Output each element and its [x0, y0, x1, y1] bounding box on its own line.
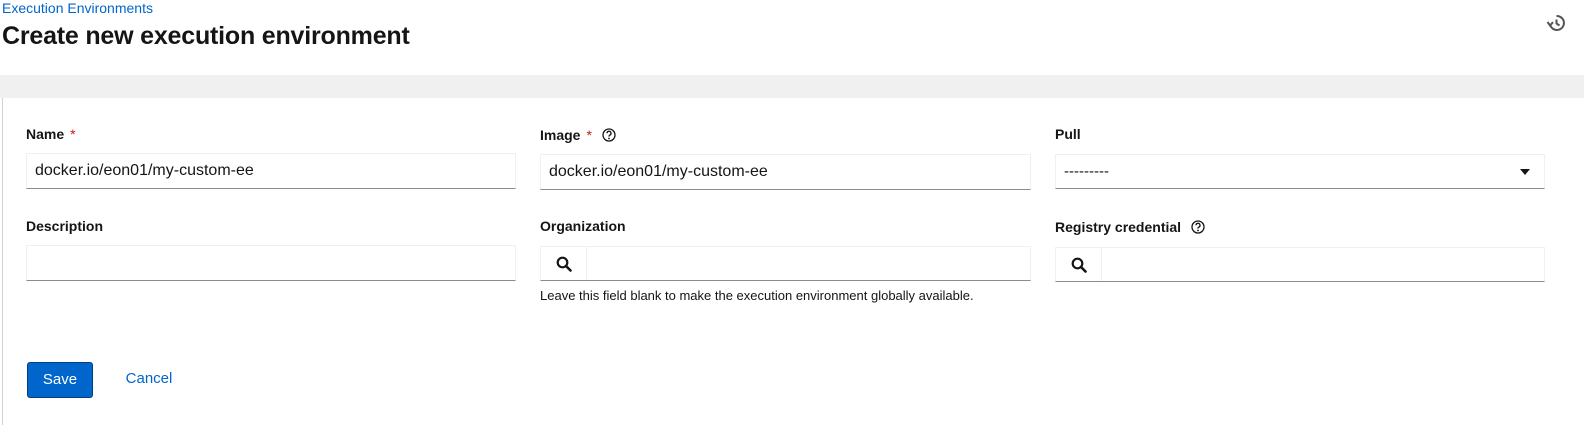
- question-circle-icon[interactable]: [1191, 220, 1205, 238]
- caret-down-icon: [1520, 169, 1530, 175]
- description-field[interactable]: [26, 245, 516, 281]
- cancel-button[interactable]: Cancel: [111, 362, 187, 398]
- registry-credential-field[interactable]: [1103, 248, 1544, 281]
- breadcrumb-execution-environments[interactable]: Execution Environments: [2, 0, 153, 17]
- description-label: Description: [26, 218, 104, 234]
- pull-select[interactable]: ---------: [1055, 154, 1545, 189]
- pull-label: Pull: [1055, 126, 1081, 142]
- page-title: Create new execution environment: [2, 22, 410, 50]
- registry-credential-lookup: [1055, 247, 1545, 282]
- organization-helper-text: Leave this field blank to make the execu…: [540, 288, 974, 303]
- question-circle-icon[interactable]: [602, 128, 616, 146]
- page-header: Execution Environments Create new execut…: [0, 0, 1584, 75]
- organization-field[interactable]: [588, 247, 1030, 280]
- organization-label: Organization: [540, 218, 626, 234]
- organization-lookup: [540, 246, 1031, 281]
- image-field[interactable]: [540, 154, 1031, 190]
- search-icon[interactable]: [1056, 248, 1102, 281]
- form-card: Name* Image* Pull --------- Description …: [2, 98, 1584, 425]
- required-mark: *: [70, 126, 76, 142]
- required-mark: *: [586, 127, 592, 143]
- page-section-divider: [0, 75, 1584, 98]
- name-field[interactable]: [26, 153, 516, 189]
- registry-credential-label: Registry credential: [1055, 218, 1205, 238]
- name-label: Name *: [26, 126, 76, 142]
- image-label: Image *: [540, 126, 616, 146]
- history-icon[interactable]: [1546, 13, 1566, 33]
- save-button[interactable]: Save: [27, 362, 93, 398]
- pull-selected-value: ---------: [1064, 163, 1109, 180]
- search-icon[interactable]: [541, 247, 587, 280]
